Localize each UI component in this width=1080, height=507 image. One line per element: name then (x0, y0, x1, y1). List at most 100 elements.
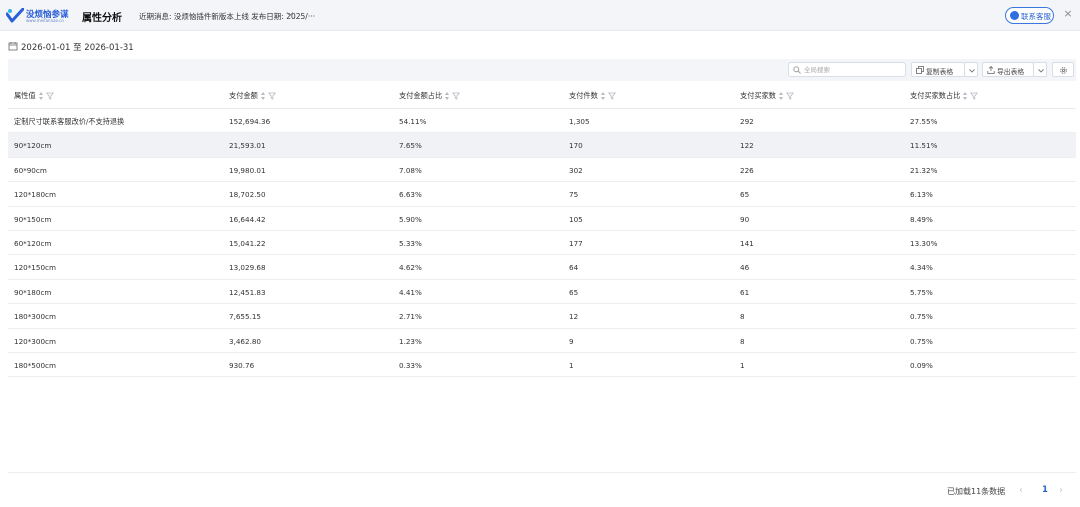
filter-icon[interactable] (785, 92, 794, 100)
cell-buyer-share: 8.49% (910, 214, 933, 224)
logo: 没烦恼参谋 www.meifannao.cn (6, 7, 74, 25)
table-row[interactable]: 120*180cm 18,702.50 6.63% 75 65 6.13% (8, 182, 1076, 207)
cell-buyer-count: 90 (740, 214, 750, 224)
load-count-text: 已加载11条数据 (947, 487, 1006, 496)
cell-item-count: 105 (569, 214, 583, 224)
column-header-item-count[interactable]: 支付件数 (569, 91, 616, 101)
contact-support-button[interactable]: 联系客服 (1005, 7, 1054, 24)
cell-buyer-share: 11.51% (910, 141, 938, 151)
sort-icon[interactable] (963, 91, 968, 101)
cell-payment-amount: 21,593.01 (229, 141, 266, 151)
cell-buyer-count: 141 (740, 238, 754, 248)
column-header-amount-share[interactable]: 支付金额占比 (399, 91, 461, 101)
filter-icon[interactable] (970, 92, 979, 100)
table-row[interactable]: 60*120cm 15,041.22 5.33% 177 141 13.30% (8, 231, 1076, 256)
cell-buyer-share: 21.32% (910, 165, 938, 175)
cell-payment-amount: 15,041.22 (229, 238, 266, 248)
copy-options-dropdown[interactable] (964, 62, 978, 77)
cell-buyer-share: 0.75% (910, 336, 933, 346)
table-footer: 已加载11条数据 ‹ 1 › (8, 472, 1076, 507)
table-row[interactable]: 90*180cm 12,451.83 4.41% 65 61 5.75% (8, 280, 1076, 305)
table-row[interactable]: 60*90cm 19,980.01 7.08% 302 226 21.32% (8, 158, 1076, 183)
table-row[interactable]: 180*500cm 930.76 0.33% 1 1 0.09% (8, 353, 1076, 378)
sort-icon[interactable] (38, 91, 44, 101)
search-icon (793, 66, 801, 74)
cell-buyer-count: 1 (740, 360, 745, 370)
chevron-right-icon[interactable]: › (1059, 485, 1069, 497)
attribute-table: 属性值 支付金额 支付金额占比 支付件数 支付买家数 支付买家数占比 定制尺寸联… (8, 82, 1076, 378)
user-icon (1010, 11, 1019, 20)
cell-attribute: 120*300cm (14, 336, 56, 346)
table-row[interactable]: 180*300cm 7,655.15 2.71% 12 8 0.75% (8, 304, 1076, 329)
column-label: 支付件数 (569, 91, 598, 100)
table-row[interactable]: 90*120cm 21,593.01 7.65% 170 122 11.51% (8, 133, 1076, 158)
cell-payment-amount: 930.76 (229, 360, 255, 370)
sort-icon[interactable] (260, 91, 266, 101)
cell-buyer-share: 0.75% (910, 312, 933, 322)
column-header-payment-amount[interactable]: 支付金额 (229, 91, 276, 101)
page-number[interactable]: 1 (1039, 485, 1051, 497)
cell-buyer-count: 8 (740, 312, 745, 322)
cell-buyer-share: 13.30% (910, 238, 938, 248)
cell-item-count: 9 (569, 336, 574, 346)
cell-buyer-share: 5.75% (910, 287, 933, 297)
contact-support-label: 联系客服 (1021, 12, 1051, 21)
column-label: 支付金额占比 (399, 91, 443, 100)
chevron-left-icon[interactable]: ‹ (1019, 485, 1029, 497)
cell-payment-amount: 13,029.68 (229, 263, 266, 273)
cell-amount-share: 4.62% (399, 263, 422, 273)
cell-buyer-count: 46 (740, 263, 750, 273)
cell-item-count: 302 (569, 165, 583, 175)
cell-payment-amount: 7,655.15 (229, 312, 262, 322)
column-label: 支付金额 (229, 91, 258, 100)
cell-amount-share: 7.65% (399, 141, 422, 151)
cell-attribute: 180*300cm (14, 312, 56, 322)
table-settings-button[interactable] (1052, 62, 1074, 77)
cell-attribute: 120*180cm (14, 190, 56, 200)
calendar-icon (8, 42, 18, 51)
table-row[interactable]: 定制尺寸联系客服改价/不支持退换 152,694.36 54.11% 1,305… (8, 109, 1076, 134)
cell-buyer-share: 4.34% (910, 263, 933, 273)
cell-amount-share: 4.41% (399, 287, 422, 297)
cell-item-count: 1 (569, 360, 574, 370)
filter-icon[interactable] (267, 92, 276, 100)
sort-icon[interactable] (445, 91, 450, 101)
cell-payment-amount: 19,980.01 (229, 165, 266, 175)
cell-buyer-share: 6.13% (910, 190, 933, 200)
filter-icon[interactable] (452, 92, 461, 100)
column-label: 属性值 (14, 91, 36, 100)
export-options-dropdown[interactable] (1033, 62, 1047, 77)
table-row[interactable]: 90*150cm 16,644.42 5.90% 105 90 8.49% (8, 207, 1076, 231)
table-row[interactable]: 120*150cm 13,029.68 4.62% 64 46 4.34% (8, 255, 1076, 280)
table-toolbar: 复制表格 导出表格 (8, 59, 1076, 81)
cell-buyer-count: 292 (740, 117, 754, 126)
chevron-down-icon (1038, 69, 1044, 73)
filter-icon[interactable] (607, 92, 616, 100)
column-header-buyer-count[interactable]: 支付买家数 (740, 91, 794, 101)
copy-table-button[interactable]: 复制表格 (911, 62, 965, 77)
cell-amount-share: 1.23% (399, 336, 422, 346)
chevron-down-icon[interactable] (285, 9, 295, 19)
sort-icon[interactable] (778, 91, 784, 101)
table-header: 属性值 支付金额 支付金额占比 支付件数 支付买家数 支付买家数占比 (8, 82, 1076, 109)
table-row[interactable]: 120*300cm 3,462.80 1.23% 9 8 0.75% (8, 329, 1076, 353)
cell-item-count: 75 (569, 190, 579, 200)
cell-payment-amount: 152,694.36 (229, 117, 271, 126)
cell-attribute: 60*120cm (14, 238, 52, 248)
filter-icon[interactable] (45, 92, 54, 100)
cell-item-count: 12 (569, 312, 579, 322)
export-table-button[interactable]: 导出表格 (982, 62, 1034, 77)
app-header: 没烦恼参谋 www.meifannao.cn 属性分析 近期消息: 没烦恼插件新… (0, 0, 1080, 31)
logo-mark-icon (6, 8, 24, 23)
global-search[interactable] (788, 62, 906, 77)
cell-buyer-count: 65 (740, 190, 750, 200)
cell-amount-share: 6.63% (399, 190, 422, 200)
column-header-buyer-share[interactable]: 支付买家数占比 (910, 91, 979, 101)
search-input[interactable] (804, 64, 902, 75)
cell-attribute: 90*150cm (14, 214, 52, 224)
sort-icon[interactable] (600, 91, 606, 101)
cell-amount-share: 0.33% (399, 360, 422, 370)
column-header-attribute[interactable]: 属性值 (14, 91, 54, 101)
cell-attribute: 90*180cm (14, 287, 52, 297)
close-icon[interactable]: × (1062, 8, 1074, 20)
